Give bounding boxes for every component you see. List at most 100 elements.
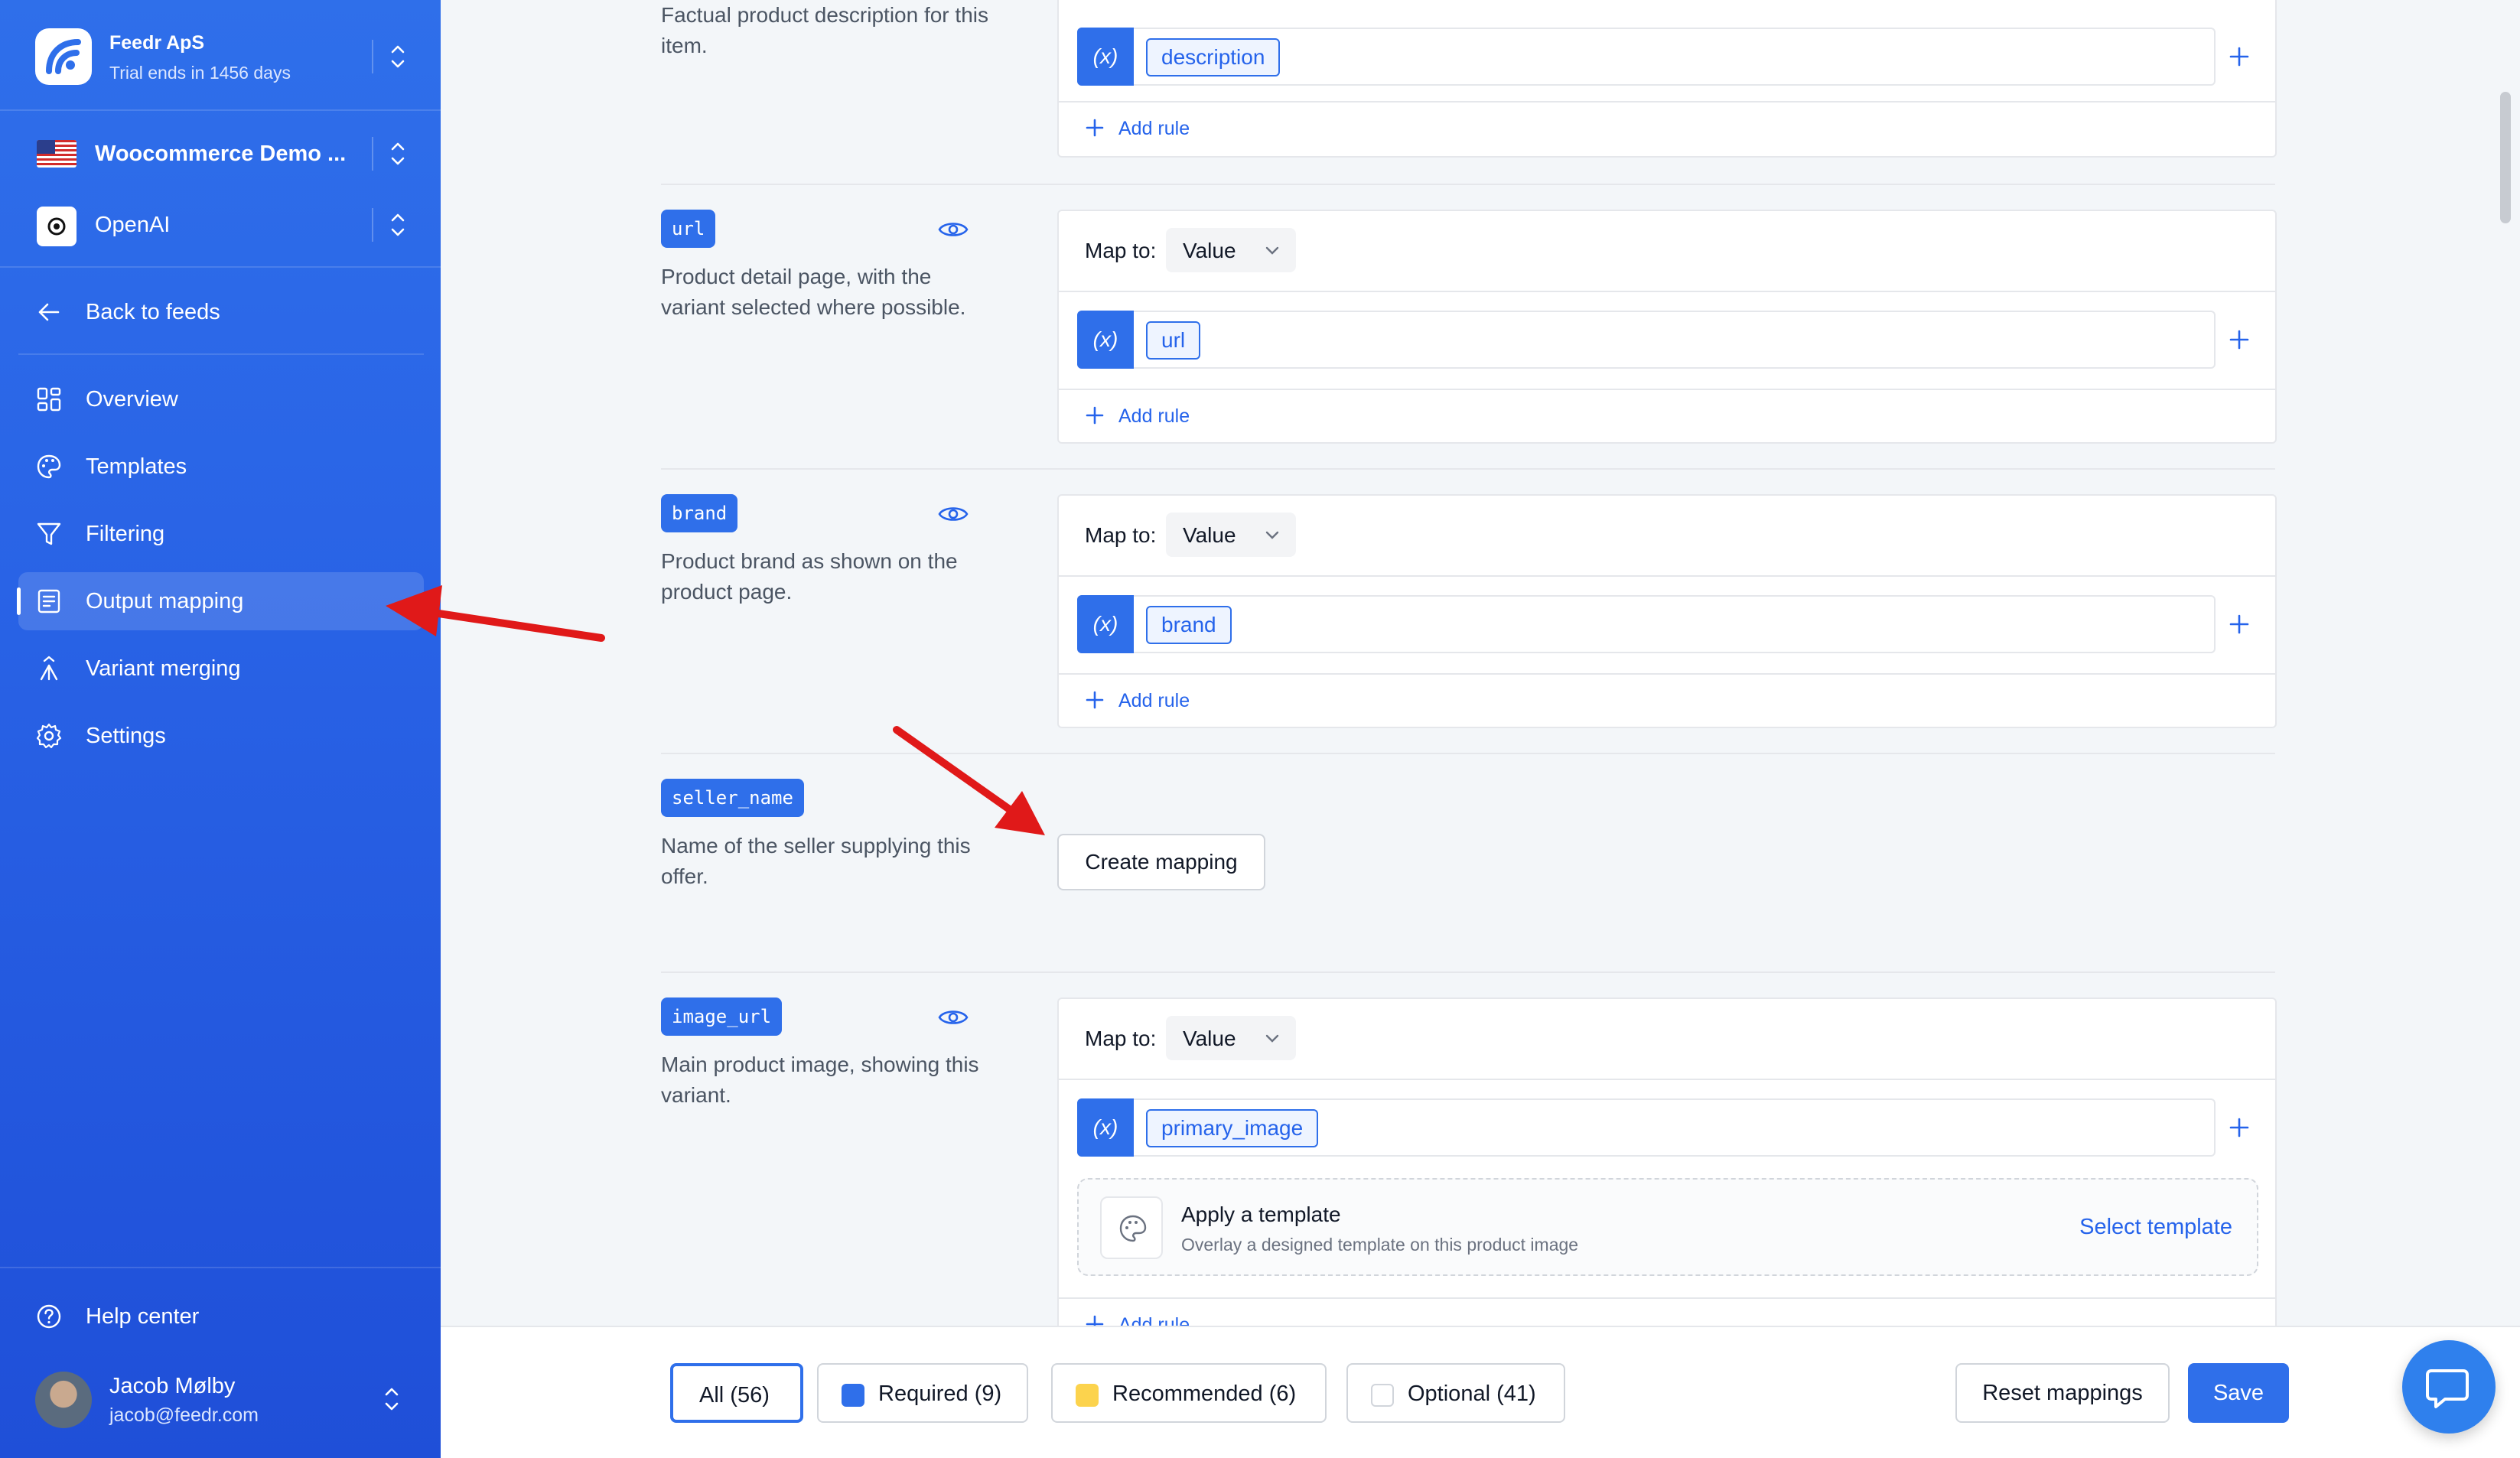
variable-row[interactable]: (x) brand bbox=[1077, 595, 2216, 653]
palette-icon bbox=[37, 454, 61, 479]
select-template-link[interactable]: Select template bbox=[2079, 1215, 2232, 1240]
map-to-label: Map to: bbox=[1085, 523, 1157, 547]
variable-chip[interactable]: url bbox=[1146, 321, 1201, 360]
add-rule-button[interactable]: Add rule bbox=[1059, 389, 2275, 442]
grid-icon bbox=[37, 387, 61, 412]
sidebar-item-templates[interactable]: Templates bbox=[18, 438, 424, 496]
chevron-updown-icon bbox=[385, 1388, 399, 1411]
sidebar-item-label: Filtering bbox=[86, 522, 165, 546]
variable-icon: (x) bbox=[1077, 1098, 1134, 1157]
add-rule-label: Add rule bbox=[1118, 690, 1190, 711]
divider bbox=[661, 184, 2275, 185]
map-to-value: Value bbox=[1183, 1027, 1236, 1050]
map-to-value: Value bbox=[1183, 523, 1236, 547]
optional-color-dot bbox=[1371, 1384, 1394, 1407]
filter-required-label: Required (9) bbox=[878, 1382, 1002, 1406]
mapping-card-image-url: Map to: Value (x) primary_image Apply a … bbox=[1057, 997, 2277, 1365]
divider bbox=[372, 40, 373, 73]
channel-selector[interactable]: OpenAI bbox=[0, 190, 441, 260]
eye-icon[interactable] bbox=[938, 219, 969, 240]
palette-icon bbox=[1100, 1196, 1163, 1259]
field-tag-brand: brand bbox=[661, 494, 738, 532]
plus-icon[interactable] bbox=[2228, 328, 2251, 351]
field-description-text: Product brand as shown on the product pa… bbox=[661, 549, 958, 604]
add-rule-label: Add rule bbox=[1118, 405, 1190, 427]
map-to-select[interactable]: Value bbox=[1166, 228, 1296, 272]
help-center-link[interactable]: Help center bbox=[18, 1287, 424, 1346]
variable-chip[interactable]: primary_image bbox=[1146, 1109, 1319, 1147]
filter-required[interactable]: Required (9) bbox=[817, 1363, 1028, 1423]
back-label: Back to feeds bbox=[86, 300, 220, 324]
map-to-label: Map to: bbox=[1085, 239, 1157, 262]
add-rule-label: Add rule bbox=[1118, 118, 1190, 139]
filter-optional[interactable]: Optional (41) bbox=[1346, 1363, 1565, 1423]
variable-row[interactable]: (x) description bbox=[1077, 28, 2216, 86]
divider bbox=[18, 353, 424, 355]
user-email: jacob@feedr.com bbox=[109, 1404, 259, 1426]
chat-button[interactable] bbox=[2402, 1340, 2496, 1434]
back-to-feeds-link[interactable]: Back to feeds bbox=[18, 283, 424, 341]
sidebar-item-filtering[interactable]: Filtering bbox=[18, 505, 424, 563]
openai-icon bbox=[37, 207, 77, 246]
save-button[interactable]: Save bbox=[2188, 1363, 2289, 1423]
scrollbar[interactable] bbox=[2500, 92, 2511, 223]
trial-status: Trial ends in 1456 days bbox=[109, 63, 291, 83]
gear-icon bbox=[36, 723, 62, 749]
feed-name: Woocommerce Demo ... bbox=[95, 142, 347, 166]
filter-icon bbox=[37, 522, 61, 545]
filter-all[interactable]: All (56) bbox=[670, 1363, 803, 1423]
sidebar-item-settings[interactable]: Settings bbox=[18, 707, 424, 765]
filter-recommended[interactable]: Recommended (6) bbox=[1051, 1363, 1327, 1423]
variable-icon: (x) bbox=[1077, 595, 1134, 653]
create-mapping-button[interactable]: Create mapping bbox=[1057, 834, 1265, 890]
plus-icon[interactable] bbox=[2228, 45, 2251, 68]
plus-icon bbox=[1086, 691, 1104, 709]
plus-icon[interactable] bbox=[2228, 613, 2251, 636]
eye-icon[interactable] bbox=[938, 1007, 969, 1028]
feedr-logo bbox=[35, 28, 92, 85]
map-to-row: Map to: Value bbox=[1059, 999, 2275, 1080]
template-title: Apply a template bbox=[1181, 1203, 1341, 1226]
mapping-card-url: Map to: Value (x) url Add rule bbox=[1057, 210, 2277, 444]
filter-recommended-label: Recommended (6) bbox=[1112, 1382, 1297, 1406]
help-circle-icon bbox=[37, 1304, 61, 1329]
required-color-dot bbox=[842, 1384, 864, 1407]
chevron-down-icon bbox=[1265, 531, 1279, 539]
org-switcher[interactable]: Feedr ApS Trial ends in 1456 days bbox=[0, 0, 441, 111]
plus-icon bbox=[1086, 406, 1104, 425]
sidebar-item-output-mapping[interactable]: Output mapping bbox=[17, 572, 424, 630]
apply-template-box: Apply a template Overlay a designed temp… bbox=[1077, 1178, 2258, 1276]
field-description-text: Name of the seller supplying this offer. bbox=[661, 834, 971, 888]
merge-icon bbox=[40, 656, 58, 681]
main-content: Factual product description for this ite… bbox=[441, 0, 2520, 1458]
chevron-updown-icon bbox=[391, 142, 405, 165]
org-name: Feedr ApS bbox=[109, 32, 205, 54]
variable-row[interactable]: (x) url bbox=[1077, 311, 2216, 369]
sidebar-item-variant-merging[interactable]: Variant merging bbox=[18, 640, 424, 698]
add-rule-button[interactable]: Add rule bbox=[1059, 101, 2275, 155]
reset-mappings-button[interactable]: Reset mappings bbox=[1955, 1363, 2170, 1423]
map-to-select[interactable]: Value bbox=[1166, 1016, 1296, 1060]
map-to-row: Map to: Value bbox=[1059, 211, 2275, 292]
divider bbox=[0, 266, 441, 268]
add-rule-button[interactable]: Add rule bbox=[1059, 673, 2275, 727]
map-to-select[interactable]: Value bbox=[1166, 513, 1296, 557]
sidebar-item-overview[interactable]: Overview bbox=[18, 370, 424, 428]
chevron-updown-icon bbox=[391, 213, 405, 236]
variable-chip[interactable]: description bbox=[1146, 38, 1281, 76]
plus-icon[interactable] bbox=[2228, 1116, 2251, 1139]
field-description-text: Product detail page, with the variant se… bbox=[661, 265, 966, 319]
sidebar-item-label: Overview bbox=[86, 387, 178, 412]
variable-row[interactable]: (x) primary_image bbox=[1077, 1098, 2216, 1157]
avatar bbox=[35, 1372, 92, 1428]
field-description-text: Factual product description for this ite… bbox=[661, 3, 988, 57]
variable-icon: (x) bbox=[1077, 28, 1134, 86]
variable-chip[interactable]: brand bbox=[1146, 606, 1232, 644]
divider bbox=[0, 1267, 441, 1268]
field-tag-url: url bbox=[661, 210, 716, 248]
eye-icon[interactable] bbox=[938, 503, 969, 525]
us-flag-icon bbox=[37, 140, 77, 168]
feed-selector[interactable]: Woocommerce Demo ... bbox=[0, 119, 441, 189]
divider bbox=[661, 753, 2275, 754]
divider bbox=[661, 971, 2275, 973]
